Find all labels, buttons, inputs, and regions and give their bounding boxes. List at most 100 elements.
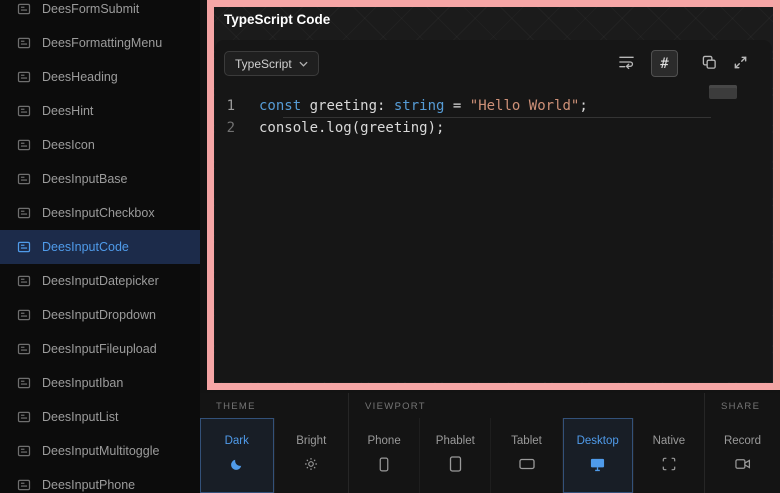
- component-icon: [17, 138, 31, 152]
- toolbar-button-label: Tablet: [511, 435, 542, 447]
- component-icon: [17, 410, 31, 424]
- share-buttons: Record: [705, 418, 780, 493]
- record-icon: [735, 456, 751, 472]
- component-icon: [17, 376, 31, 390]
- code-scroll-indicator[interactable]: [709, 85, 737, 99]
- code-token: string: [385, 98, 444, 114]
- sidebar-item-label: DeesInputCode: [42, 240, 129, 254]
- toolbar-button-label: Phablet: [436, 435, 475, 447]
- sidebar-item[interactable]: DeesInputList: [0, 400, 200, 434]
- share-record-button[interactable]: Record: [705, 418, 780, 493]
- copy-icon: [702, 55, 717, 73]
- sidebar-item[interactable]: DeesInputIban: [0, 366, 200, 400]
- word-wrap-icon: [618, 54, 635, 73]
- theme-dark-button[interactable]: Dark: [200, 418, 275, 493]
- sidebar-item[interactable]: DeesHint: [0, 94, 200, 128]
- theme-bright-button[interactable]: Bright: [275, 418, 349, 493]
- toolbar-section-viewport: VIEWPORT Phone Phablet Tablet Desktop: [348, 393, 704, 493]
- code-token: ;: [579, 98, 587, 114]
- component-icon: [17, 240, 31, 254]
- viewport-phablet-button[interactable]: Phablet: [420, 418, 491, 493]
- tablet-icon: [519, 456, 535, 472]
- component-icon: [17, 274, 31, 288]
- sidebar-item-label: DeesInputCheckbox: [42, 206, 155, 220]
- component-icon: [17, 36, 31, 50]
- component-icon: [17, 172, 31, 186]
- sidebar-item-label: DeesInputDropdown: [42, 308, 156, 322]
- code-line-1: 1 const greeting: string = "Hello World"…: [215, 95, 772, 117]
- sidebar-item[interactable]: DeesHeading: [0, 60, 200, 94]
- language-selector-label: TypeScript: [235, 57, 292, 71]
- viewport-tablet-button[interactable]: Tablet: [491, 418, 562, 493]
- sidebar-item-label: DeesInputFileupload: [42, 342, 157, 356]
- preview-canvas: TypeScript Code TypeScript #: [214, 7, 773, 383]
- bottom-toolbar: THEME Dark Bright VIEWPORT Phone: [200, 393, 780, 493]
- sidebar-item-label: DeesInputIban: [42, 376, 123, 390]
- sidebar-item[interactable]: DeesInputCheckbox: [0, 196, 200, 230]
- sidebar-list: DeesFormSubmit DeesFormattingMenu DeesHe…: [0, 0, 200, 493]
- toolbar-section-share: SHARE Record: [704, 393, 780, 493]
- section-label-share: SHARE: [705, 393, 780, 418]
- sidebar-item-dees-input-code[interactable]: DeesInputCode: [0, 230, 200, 264]
- sidebar-item-label: DeesInputPhone: [42, 478, 135, 492]
- section-label-viewport: VIEWPORT: [349, 393, 704, 418]
- code-token: =: [444, 98, 469, 114]
- phablet-icon: [449, 456, 462, 472]
- sidebar-item-label: DeesFormSubmit: [42, 2, 139, 16]
- sidebar-item-label: DeesFormattingMenu: [42, 36, 162, 50]
- viewport-buttons: Phone Phablet Tablet Desktop Native: [349, 418, 704, 493]
- code-text: const greeting: string = "Hello World";: [259, 95, 588, 117]
- sidebar-item-label: DeesInputDatepicker: [42, 274, 159, 288]
- app-window: DeesFormSubmit DeesFormattingMenu DeesHe…: [0, 0, 780, 493]
- phone-icon: [378, 456, 390, 472]
- sidebar-item[interactable]: DeesInputDropdown: [0, 298, 200, 332]
- code-editor[interactable]: 1 const greeting: string = "Hello World"…: [215, 95, 772, 139]
- sidebar-item-label: DeesInputMultitoggle: [42, 444, 159, 458]
- active-line-underline: [283, 117, 711, 118]
- fullscreen-button[interactable]: [733, 55, 748, 73]
- fullscreen-icon: [733, 55, 748, 73]
- sidebar-item[interactable]: DeesFormattingMenu: [0, 26, 200, 60]
- sidebar-item[interactable]: DeesFormSubmit: [0, 0, 200, 26]
- code-panel-header: TypeScript #: [215, 40, 772, 83]
- sidebar-item[interactable]: DeesIcon: [0, 128, 200, 162]
- word-wrap-button[interactable]: [618, 54, 635, 73]
- code-token: "Hello World": [470, 98, 580, 114]
- line-numbers-toggle[interactable]: #: [651, 50, 678, 77]
- component-icon: [17, 104, 31, 118]
- toolbar-button-label: Desktop: [577, 435, 619, 447]
- language-selector[interactable]: TypeScript: [224, 51, 319, 76]
- toolbar-button-label: Record: [724, 435, 761, 447]
- code-token: console.log(greeting);: [259, 120, 444, 136]
- sidebar-item-label: DeesInputList: [42, 410, 118, 424]
- sun-icon: [304, 456, 318, 472]
- hash-icon: #: [660, 56, 668, 72]
- viewport-desktop-button[interactable]: Desktop: [563, 418, 634, 493]
- sidebar-item[interactable]: DeesInputMultitoggle: [0, 434, 200, 468]
- viewport-phone-button[interactable]: Phone: [349, 418, 420, 493]
- viewport-native-button[interactable]: Native: [634, 418, 704, 493]
- sidebar-item[interactable]: DeesInputPhone: [0, 468, 200, 493]
- toolbar-button-label: Native: [653, 435, 686, 447]
- sidebar-item[interactable]: DeesInputDatepicker: [0, 264, 200, 298]
- sidebar-item[interactable]: DeesInputFileupload: [0, 332, 200, 366]
- component-icon: [17, 2, 31, 16]
- toolbar-section-theme: THEME Dark Bright: [200, 393, 348, 493]
- component-icon: [17, 206, 31, 220]
- sidebar-item-label: DeesHint: [42, 104, 93, 118]
- component-icon: [17, 342, 31, 356]
- sidebar-item[interactable]: DeesInputBase: [0, 162, 200, 196]
- toolbar-button-label: Phone: [367, 435, 400, 447]
- code-text: console.log(greeting);: [259, 117, 444, 139]
- component-icon: [17, 478, 31, 492]
- code-token: const: [259, 98, 301, 114]
- copy-button[interactable]: [702, 55, 717, 73]
- component-icon: [17, 444, 31, 458]
- code-header-actions: #: [618, 50, 748, 77]
- desktop-icon: [590, 456, 605, 472]
- toolbar-button-label: Dark: [225, 435, 249, 447]
- section-label-theme: THEME: [200, 393, 348, 418]
- chevron-down-icon: [299, 61, 308, 67]
- component-icon: [17, 70, 31, 84]
- code-editor-panel: TypeScript # 1 const greeting: string = …: [215, 40, 772, 382]
